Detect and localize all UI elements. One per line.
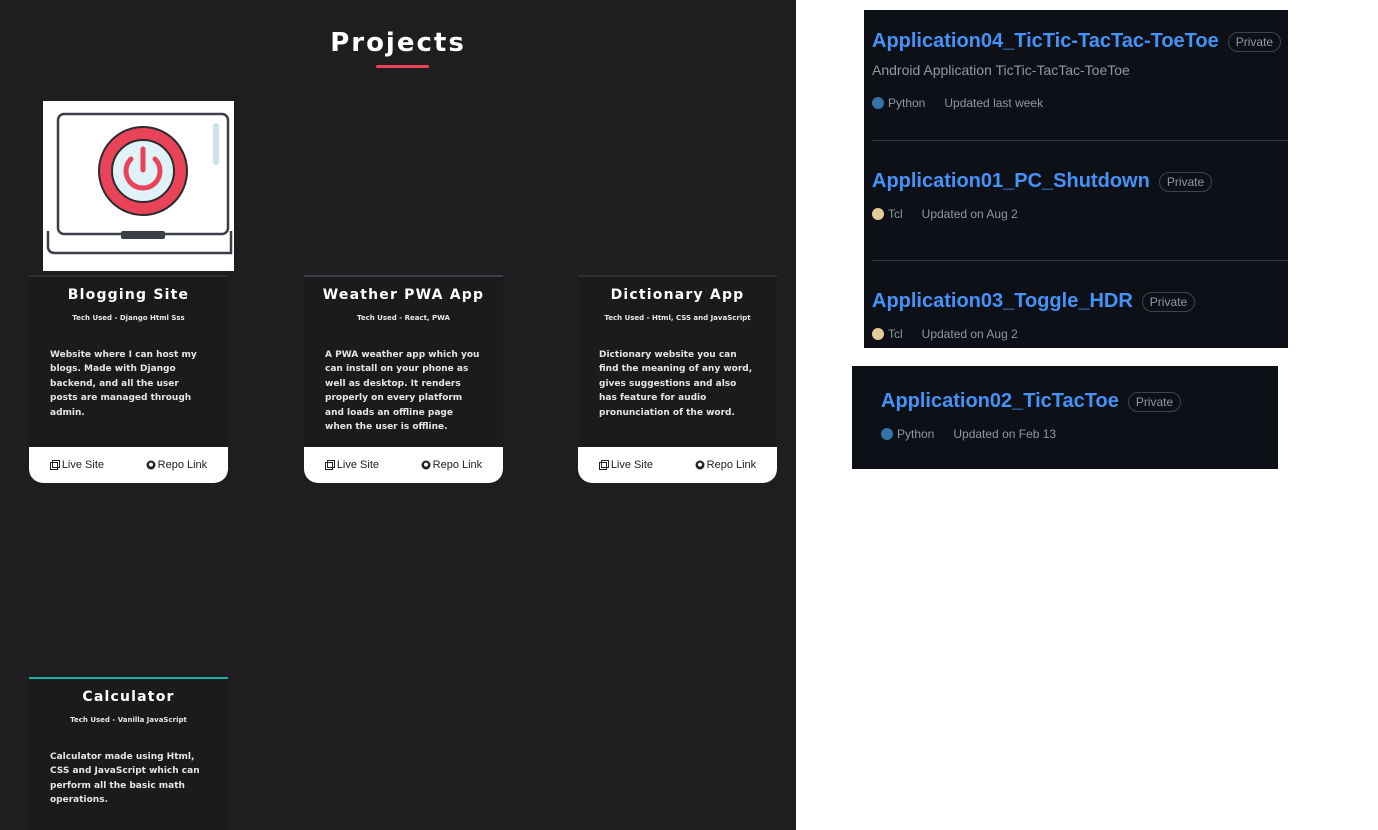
card-title: Weather PWA App [322,287,485,303]
repo-name-link[interactable]: Application01_PC_Shutdown [872,170,1150,193]
card-footer: Live Site Repo Link [304,447,503,483]
card-title: Blogging Site [67,287,190,303]
repo-item: Application01_PC_Shutdown Private Tcl Up… [872,140,1288,221]
card-description: Dictionary website you can find the mean… [599,350,753,418]
laptop-power-image [43,101,234,271]
updated-label: Updated on Aug 2 [921,207,1018,221]
visibility-badge: Private [1158,171,1213,192]
repo-name-link[interactable]: Application03_Toggle_HDR [872,290,1133,313]
repo-item: Application03_Toggle_HDR Private Tcl Upd… [872,260,1288,341]
language-label: Python [888,96,926,110]
repo-name-link[interactable]: Application02_TicTacToe [881,390,1119,413]
visibility-badge: Private [1227,31,1282,52]
repo-language: Tcl [872,207,903,221]
repo-link-label: Repo Link [432,459,483,471]
language-color-dot [872,328,884,340]
repo-language: Python [881,427,934,441]
live-site-label: Live Site [610,459,654,471]
language-label: Tcl [888,327,903,341]
repo-name-link[interactable]: Application04_TicTic-TacTac-ToeToe [872,30,1219,53]
live-site-link[interactable]: Live Site [598,459,654,471]
live-site-label: Live Site [336,459,380,471]
projects-title: Projects [330,28,466,58]
laptop-power-icon [46,112,233,255]
card-tech: Tech Used - Vanilla JavaScript [70,716,187,724]
repo-list: Application04_TicTic-TacTac-ToeToe Priva… [864,10,1288,348]
live-site-link[interactable]: Live Site [49,459,105,471]
language-label: Tcl [888,207,903,221]
visibility-badge: Private [1127,391,1182,412]
card-tech: Tech Used - Html, CSS and JavaScript [604,314,751,322]
card-description: Website where I can host my blogs. Made … [50,350,197,418]
title-underline [376,65,429,68]
live-site-link[interactable]: Live Site [324,459,380,471]
github-icon [146,460,156,470]
repo-meta: Tcl Updated on Aug 2 [872,327,1288,341]
repo-link-label: Repo Link [706,459,757,471]
repo-item: Application04_TicTic-TacTac-ToeToe Priva… [872,30,1288,110]
card-tech: Tech Used - React, PWA [357,314,450,322]
github-icon [421,460,431,470]
repo-language: Python [872,96,925,110]
repo-item: Application02_TicTacToe Private Python U… [881,390,1278,441]
updated-label: Updated on Aug 2 [921,327,1018,341]
language-color-dot [872,97,884,109]
repo-meta: Python Updated on Feb 13 [881,427,1278,441]
external-link-icon [324,460,335,470]
external-link-icon [49,460,60,470]
card-title: Calculator [82,689,175,705]
repo-link[interactable]: Repo Link [421,459,483,471]
repo-link[interactable]: Repo Link [695,459,757,471]
project-card-blogging: Blogging Site Tech Used - Django Html Ss… [29,275,228,483]
project-card-dictionary: Dictionary App Tech Used - Html, CSS and… [578,275,777,483]
card-title: Dictionary App [610,287,745,303]
repo-meta: Python Updated last week [872,96,1288,110]
project-card-weather: Weather PWA App Tech Used - React, PWA A… [304,275,503,483]
live-site-label: Live Site [61,459,105,471]
repo-card: Application02_TicTacToe Private Python U… [852,366,1278,469]
repo-language: Tcl [872,327,903,341]
updated-label: Updated last week [944,96,1044,110]
card-tech: Tech Used - Django Html Sss [72,314,185,322]
visibility-badge: Private [1141,291,1196,312]
card-footer: Live Site Repo Link [29,447,228,483]
external-link-icon [598,460,609,470]
updated-label: Updated on Feb 13 [953,427,1057,441]
card-description: A PWA weather app which you can install … [325,350,480,433]
repo-description: Android Application TicTic-TacTac-ToeToe [872,62,1130,78]
github-icon [695,460,705,470]
repo-link[interactable]: Repo Link [146,459,208,471]
card-description: Calculator made using Html, CSS and Java… [50,752,200,806]
language-color-dot [881,428,893,440]
repo-link-label: Repo Link [157,459,208,471]
projects-panel: Projects Blogging Site Tech Used - Djang… [0,0,796,830]
project-card-calculator: Calculator Tech Used - Vanilla JavaScrip… [29,677,228,830]
repo-meta: Tcl Updated on Aug 2 [872,207,1288,221]
language-label: Python [897,427,935,441]
card-footer: Live Site Repo Link [578,447,777,483]
language-color-dot [872,208,884,220]
